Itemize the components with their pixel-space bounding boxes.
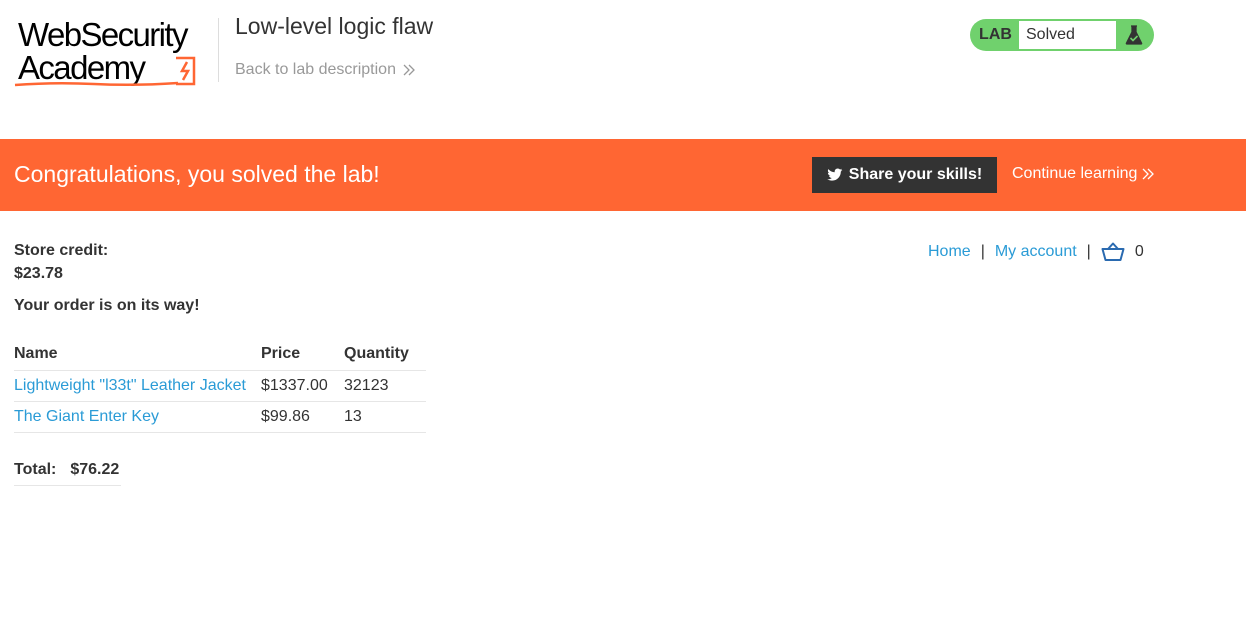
basket-icon[interactable] xyxy=(1101,242,1125,262)
product-link[interactable]: Lightweight "l33t" Leather Jacket xyxy=(14,377,246,394)
continue-learning-label: Continue learning xyxy=(1012,165,1138,182)
store-credit-value: $23.78 xyxy=(14,265,63,282)
table-row: The Giant Enter Key $99.86 13 xyxy=(14,401,426,433)
header: WebSecurity Academy Low-level logic flaw… xyxy=(0,0,1246,139)
cart-count: 0 xyxy=(1134,243,1144,260)
table-header-row: Name Price Quantity xyxy=(14,338,426,371)
back-to-lab-description-link[interactable]: Back to lab description xyxy=(235,61,416,79)
order-total: Total: $76.22 xyxy=(14,461,121,486)
table-row: Lightweight "l33t" Leather Jacket $1337.… xyxy=(14,370,426,402)
flask-icon xyxy=(1116,21,1152,49)
total-value: $76.22 xyxy=(70,461,120,478)
double-chevron-right-icon xyxy=(1142,168,1155,180)
column-header-price: Price xyxy=(261,338,344,371)
column-header-name: Name xyxy=(14,338,261,371)
product-link[interactable]: The Giant Enter Key xyxy=(14,408,159,425)
nav-separator: | xyxy=(1086,243,1091,260)
continue-learning-link[interactable]: Continue learning xyxy=(1012,165,1155,183)
lab-status-text: Solved xyxy=(1019,21,1116,49)
product-price: $99.86 xyxy=(261,401,344,433)
order-confirmation-message: Your order is on its way! xyxy=(14,297,200,314)
store-credit-label: Store credit: xyxy=(14,242,109,259)
product-name-cell: The Giant Enter Key xyxy=(14,401,261,433)
lab-badge: LAB xyxy=(979,26,1012,43)
nav-my-account-link[interactable]: My account xyxy=(995,243,1077,261)
order-table: Name Price Quantity Lightweight "l33t" L… xyxy=(14,338,426,433)
lab-title: Low-level logic flaw xyxy=(235,13,434,39)
solved-banner: Congratulations, you solved the lab! Sha… xyxy=(0,139,1246,211)
total-label: Total: xyxy=(14,461,57,478)
nav-separator: | xyxy=(980,243,985,260)
header-divider xyxy=(218,18,219,82)
product-price: $1337.00 xyxy=(261,370,344,402)
share-button-label: Share your skills! xyxy=(848,166,983,183)
column-header-quantity: Quantity xyxy=(344,338,426,371)
logo-text-line1: WebSecurity xyxy=(18,16,188,53)
lab-status-widget: LAB Solved xyxy=(970,19,1154,51)
twitter-icon xyxy=(827,168,843,181)
nav-home-link[interactable]: Home xyxy=(928,243,971,261)
product-quantity: 13 xyxy=(344,401,426,433)
share-your-skills-button[interactable]: Share your skills! xyxy=(812,157,997,193)
solved-message: Congratulations, you solved the lab! xyxy=(14,161,380,187)
logo-underline xyxy=(14,81,179,87)
product-quantity: 32123 xyxy=(344,370,426,402)
logo[interactable]: WebSecurity Academy xyxy=(14,16,220,90)
top-nav: Home | My account | 0 xyxy=(928,242,1144,262)
product-name-cell: Lightweight "l33t" Leather Jacket xyxy=(14,370,261,402)
double-chevron-right-icon xyxy=(403,64,415,76)
back-link-label: Back to lab description xyxy=(235,61,396,78)
